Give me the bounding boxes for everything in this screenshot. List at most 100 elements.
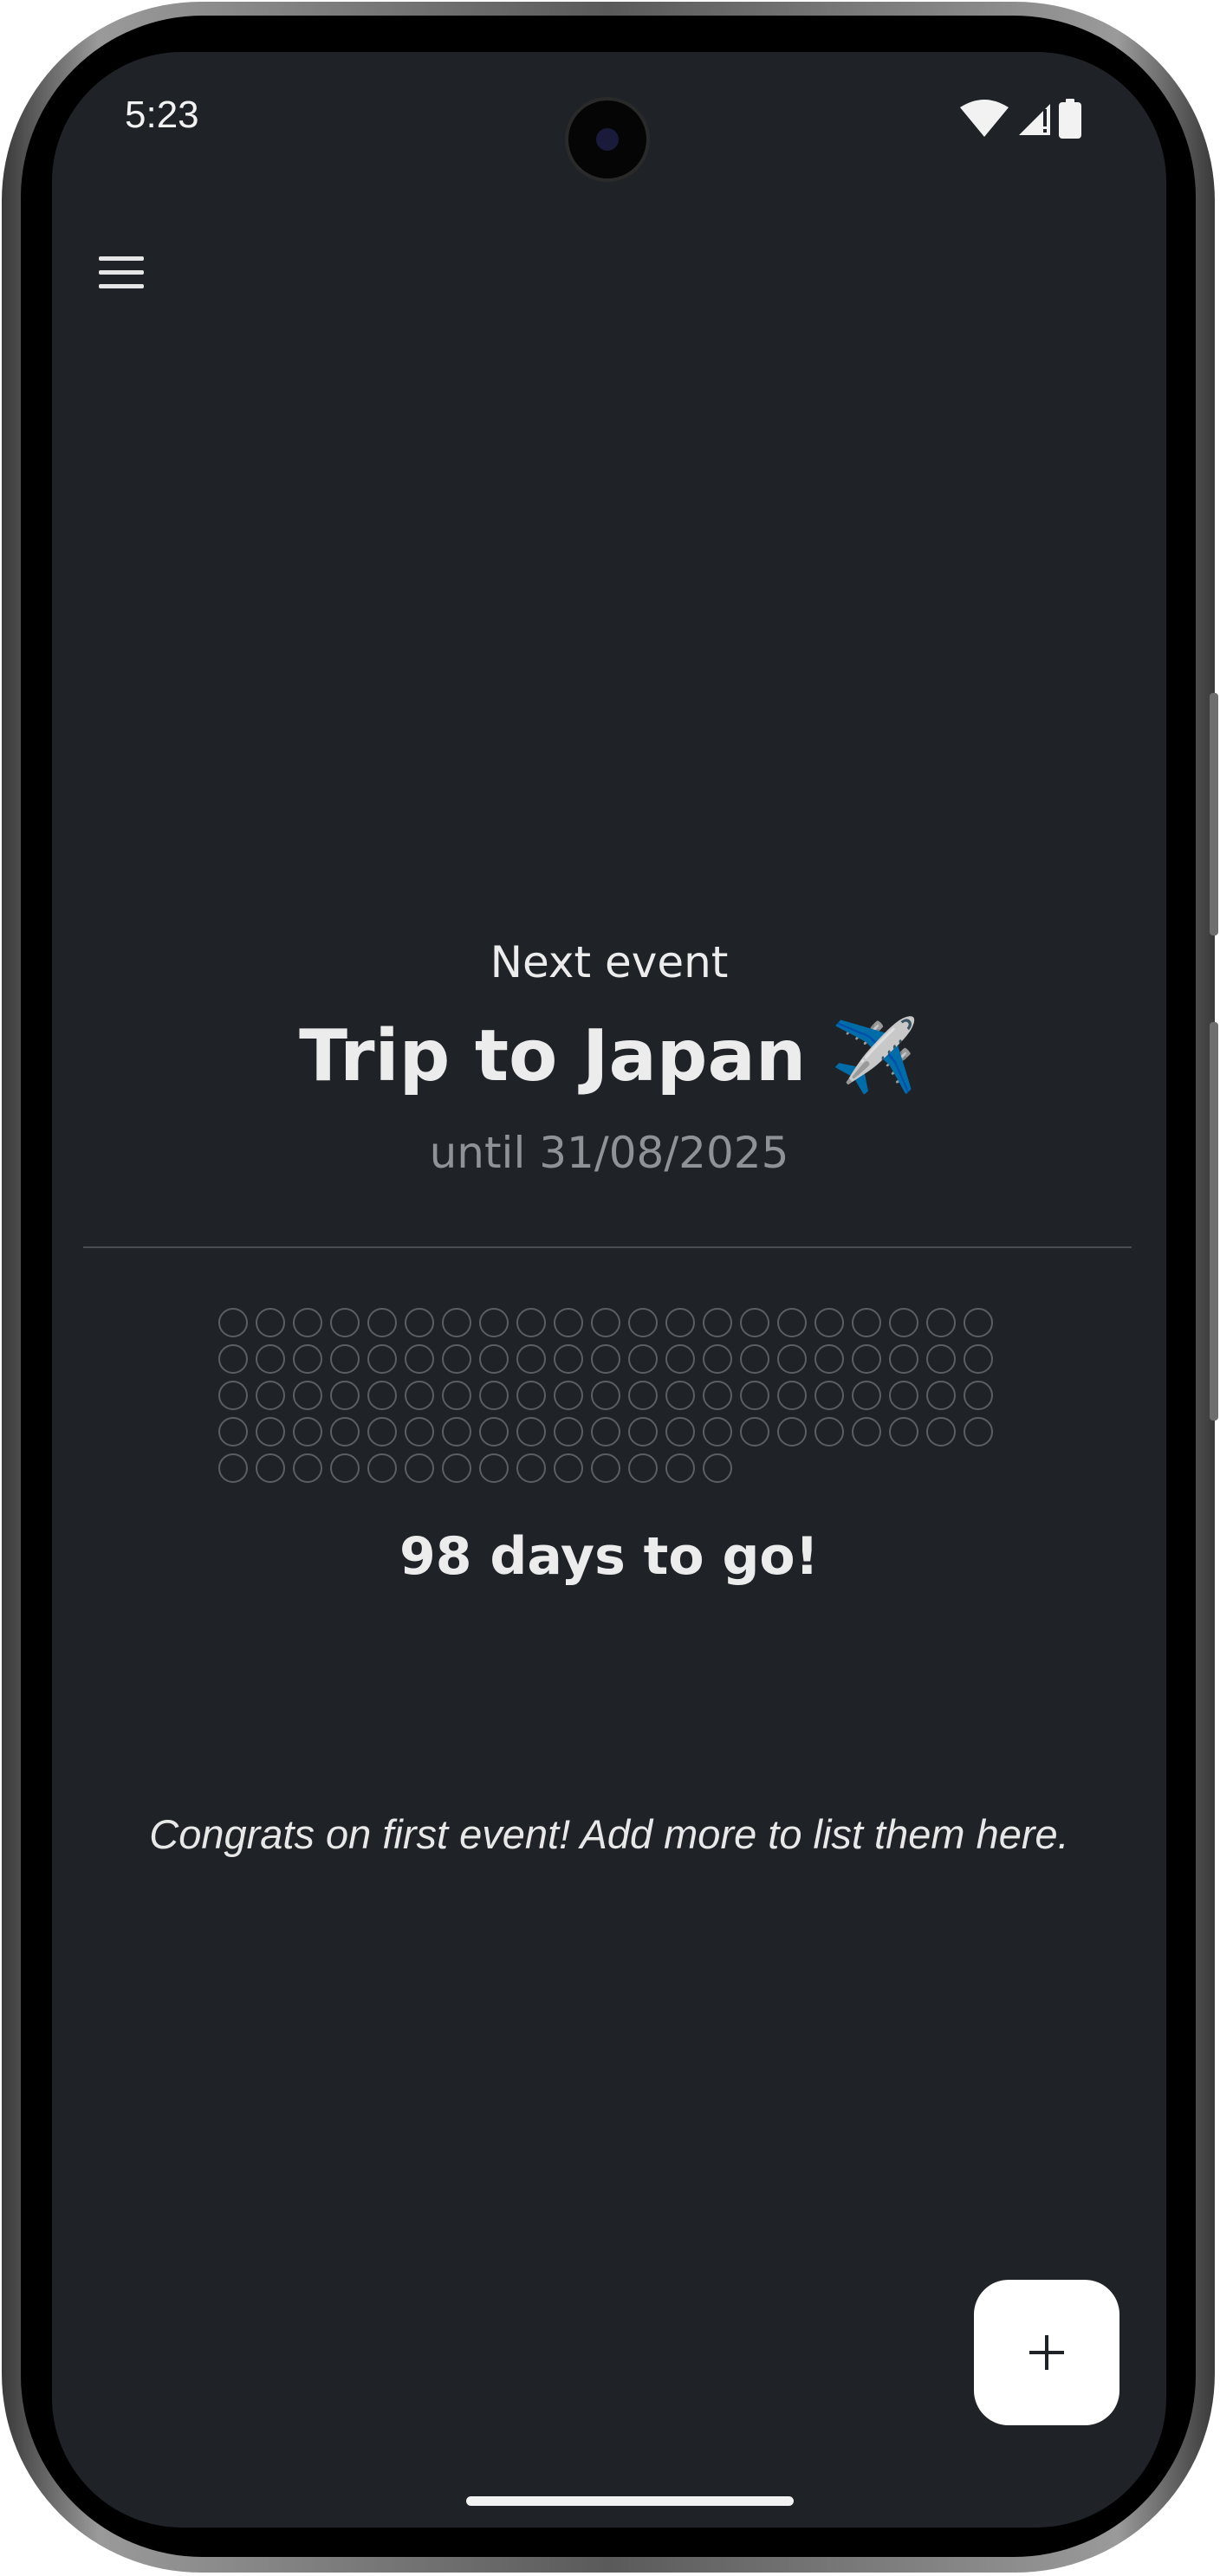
day-dot <box>479 1417 509 1447</box>
day-dot <box>628 1344 658 1374</box>
day-dot <box>852 1381 881 1410</box>
day-dot <box>442 1417 471 1447</box>
day-dot <box>740 1344 769 1374</box>
day-dot <box>330 1308 360 1337</box>
day-dot <box>628 1381 658 1410</box>
home-gesture-bar[interactable] <box>466 2496 794 2506</box>
day-dot <box>889 1381 918 1410</box>
day-dot <box>367 1417 397 1447</box>
day-dot <box>405 1417 434 1447</box>
day-dot <box>740 1308 769 1337</box>
day-dot <box>814 1344 844 1374</box>
day-dot <box>665 1344 695 1374</box>
day-dot <box>852 1344 881 1374</box>
event-title[interactable]: Trip to Japan ✈️ <box>52 1015 1166 1098</box>
day-dot <box>293 1381 322 1410</box>
day-dot <box>740 1381 769 1410</box>
day-dot <box>591 1344 620 1374</box>
day-dot <box>367 1453 397 1483</box>
day-dot <box>628 1308 658 1337</box>
signal-icon <box>1019 104 1050 135</box>
day-dot <box>405 1308 434 1337</box>
day-dot <box>554 1381 583 1410</box>
day-dot <box>703 1344 732 1374</box>
day-dot <box>926 1381 956 1410</box>
day-dot <box>516 1344 546 1374</box>
day-dot <box>479 1453 509 1483</box>
day-dot <box>591 1381 620 1410</box>
day-dot <box>852 1417 881 1447</box>
day-dot <box>889 1417 918 1447</box>
day-dot <box>665 1381 695 1410</box>
day-dot <box>591 1308 620 1337</box>
hamburger-menu-icon <box>99 256 144 261</box>
day-dot <box>330 1381 360 1410</box>
day-dot <box>256 1381 285 1410</box>
day-dot <box>814 1381 844 1410</box>
day-dot <box>964 1344 993 1374</box>
day-dot <box>628 1453 658 1483</box>
day-dot <box>218 1381 248 1410</box>
day-dot <box>665 1308 695 1337</box>
day-dot <box>442 1344 471 1374</box>
day-dot <box>665 1417 695 1447</box>
app-screen: 5:23 Next event Trip to Japan ✈️ until 3… <box>52 52 1166 2527</box>
day-dot <box>293 1453 322 1483</box>
day-dot <box>442 1453 471 1483</box>
add-event-button[interactable] <box>974 2280 1119 2425</box>
wifi-icon <box>960 100 1009 137</box>
front-camera <box>565 97 650 182</box>
day-dot <box>479 1344 509 1374</box>
day-dot <box>516 1308 546 1337</box>
volume-button <box>1210 693 1218 935</box>
day-dot <box>591 1417 620 1447</box>
day-dot <box>777 1308 807 1337</box>
day-dot <box>964 1381 993 1410</box>
day-dot <box>442 1308 471 1337</box>
day-dot <box>703 1453 732 1483</box>
day-dot <box>218 1417 248 1447</box>
day-dot <box>516 1453 546 1483</box>
day-dot <box>554 1417 583 1447</box>
day-dot <box>777 1381 807 1410</box>
day-dot <box>703 1381 732 1410</box>
day-dot <box>889 1344 918 1374</box>
day-dot <box>367 1344 397 1374</box>
day-dot <box>442 1381 471 1410</box>
day-dot <box>405 1453 434 1483</box>
day-dot <box>852 1308 881 1337</box>
day-dot <box>218 1453 248 1483</box>
day-dot <box>814 1417 844 1447</box>
day-dot <box>405 1344 434 1374</box>
status-icons <box>958 97 1106 140</box>
day-dot <box>479 1308 509 1337</box>
day-dot <box>926 1308 956 1337</box>
day-dot <box>703 1308 732 1337</box>
day-dot <box>516 1381 546 1410</box>
power-button <box>1210 1022 1218 1421</box>
day-dot <box>777 1417 807 1447</box>
day-dot <box>591 1453 620 1483</box>
day-dot <box>405 1381 434 1410</box>
day-dot <box>256 1417 285 1447</box>
menu-button[interactable] <box>94 246 154 298</box>
day-dot <box>218 1344 248 1374</box>
days-to-go-label: 98 days to go! <box>399 1526 819 1587</box>
empty-state-message: Congrats on first event! Add more to lis… <box>149 1811 1069 1857</box>
day-dot <box>777 1344 807 1374</box>
day-dot <box>554 1453 583 1483</box>
day-dot <box>554 1344 583 1374</box>
day-dot <box>554 1308 583 1337</box>
day-dot <box>926 1417 956 1447</box>
day-dot <box>293 1417 322 1447</box>
day-dot <box>330 1417 360 1447</box>
day-dot <box>330 1344 360 1374</box>
divider <box>83 1246 1132 1248</box>
day-dot <box>926 1344 956 1374</box>
status-time: 5:23 <box>125 94 199 136</box>
event-date: until 31/08/2025 <box>429 1128 789 1178</box>
plus-icon <box>1029 2335 1064 2370</box>
day-dot <box>964 1417 993 1447</box>
day-dot <box>293 1344 322 1374</box>
day-dot <box>256 1308 285 1337</box>
